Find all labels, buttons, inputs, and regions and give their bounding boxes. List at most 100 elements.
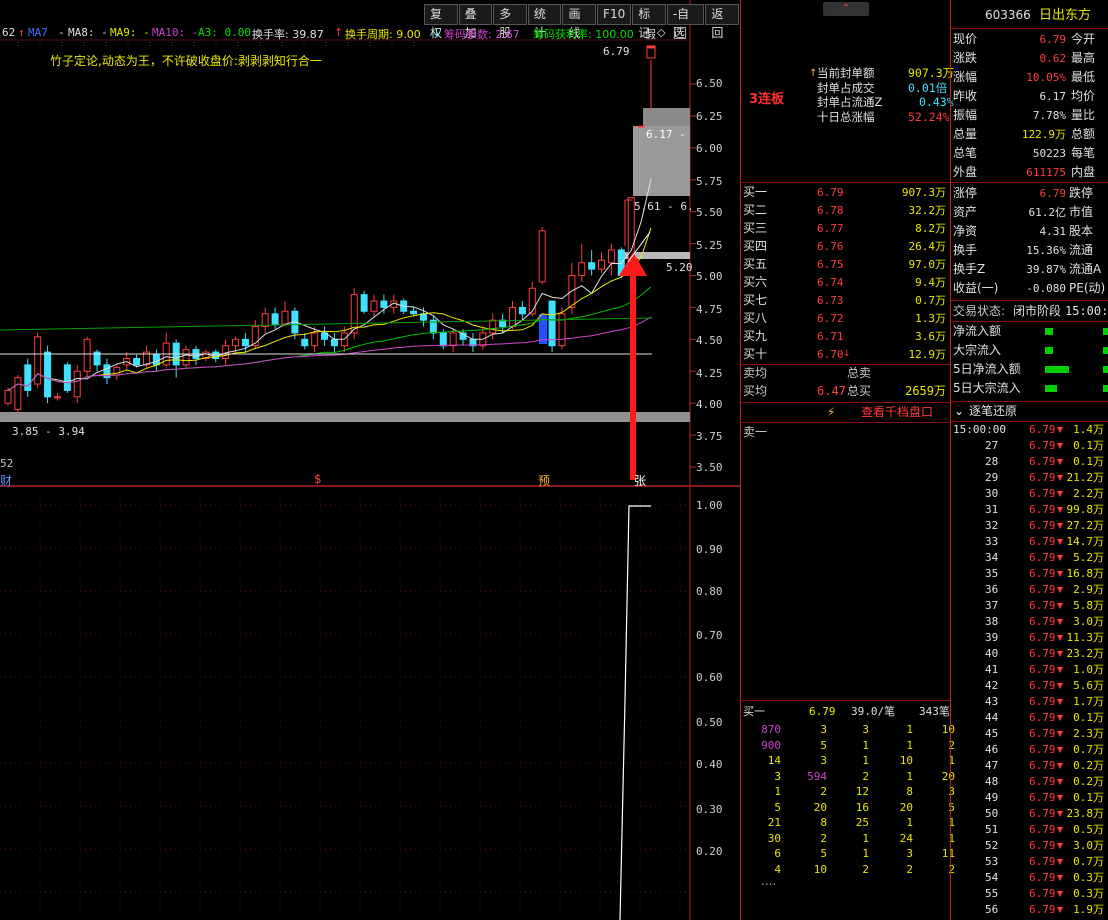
low-price-label: 3.85 - 3.94 (12, 425, 85, 438)
candle-body (44, 351, 52, 398)
toolbar-button-1[interactable]: 叠加 (458, 4, 493, 40)
tick-price: 6.79 (1029, 663, 1056, 676)
toolbar-button-4[interactable]: 画线 (562, 4, 597, 40)
fund-label-2: 市值 (1069, 205, 1094, 219)
buy-level-volume[interactable]: 97.0万 (909, 255, 947, 274)
tick-time: 42 (985, 679, 999, 692)
tick-volume: 2.9万 (1073, 583, 1104, 596)
thousand-level-button[interactable]: 查看千档盘口 (861, 403, 933, 422)
toolbar-button-7[interactable]: -自选 (666, 4, 705, 40)
tick-time: 53 (985, 855, 999, 868)
candle-body (83, 338, 91, 372)
tick-time: 52 (985, 839, 999, 852)
toolbar-button-0[interactable]: 复权 (424, 4, 458, 40)
expand-up-icon[interactable]: ⌃ (823, 2, 869, 16)
quote-value: 7.78% (1032, 109, 1066, 122)
forecast-marker[interactable]: 预 (538, 472, 550, 489)
fund-label: 涨停 (953, 186, 978, 200)
quote-label: 振幅 (953, 108, 978, 122)
buy-level-label: 买一 (743, 185, 768, 199)
tick-time: 15:00:00 (953, 423, 1006, 436)
tick-price: 6.79 (1029, 759, 1056, 772)
stock-name: 日出东方 (1039, 8, 1092, 23)
tick-arrow-icon: ▼ (1057, 825, 1064, 834)
buy-avg-value: 6.47 (817, 384, 846, 398)
buy-level-price: 6.72 (817, 312, 844, 325)
candle-body (133, 357, 141, 366)
finance-marker[interactable]: 财 (0, 472, 12, 489)
tick-arrow-icon: ▼ (1057, 585, 1064, 594)
tick-volume: 27.2万 (1066, 519, 1105, 532)
fund-label-2: 跌停 (1069, 186, 1094, 200)
resist-band (643, 108, 690, 126)
tick-volume: 5.2万 (1073, 551, 1104, 564)
seal-label: 封单占流通Z (817, 95, 883, 109)
buy-level-volume[interactable]: 8.2万 (915, 219, 946, 238)
candle-body (598, 259, 606, 270)
sub-indicator-line (619, 505, 651, 920)
tick-arrow-icon: ▼ (1057, 681, 1064, 690)
sub-tick: 0.30 (696, 803, 723, 816)
buy-level-volume[interactable]: 9.4万 (915, 273, 946, 292)
tick-volume: 0.1万 (1073, 791, 1104, 804)
ma10-label: MA10: - (152, 26, 199, 39)
seal-value: 52.24% (908, 109, 950, 124)
candle-body (548, 300, 556, 347)
tick-volume: 0.7万 (1073, 743, 1104, 756)
tick-volume: 21.2万 (1066, 471, 1105, 484)
price-tick: 6.50 (696, 77, 723, 90)
tick-volume: 0.5万 (1073, 823, 1104, 836)
tick-price: 6.79 (1029, 887, 1056, 900)
collapse-icon[interactable]: ‹ (674, 27, 686, 39)
candle-body (241, 338, 249, 347)
tick-arrow-icon: ▼ (1057, 761, 1064, 770)
seal-value: 0.43% (919, 95, 954, 109)
queue-cell: 10 (813, 862, 827, 876)
toolbar-button-5[interactable]: F10 (597, 4, 632, 25)
price-tick: 5.00 (696, 270, 723, 283)
flow-bar-right (1103, 385, 1108, 392)
toolbar-button-3[interactable]: 统计 (527, 4, 562, 40)
toolbar-button-8[interactable]: 返回 (705, 4, 739, 40)
toolbar-button-2[interactable]: 多股 (493, 4, 527, 40)
candle-body (489, 319, 497, 334)
buy-level-price: 6.77 (817, 222, 844, 235)
candle-body (232, 338, 240, 347)
candle-body (370, 300, 378, 312)
buy-level-volume[interactable]: 907.3万 (902, 183, 946, 202)
fund-value: -0.080 (1026, 282, 1066, 295)
price-tick: 3.50 (696, 461, 723, 474)
flow-bar-right (1103, 366, 1108, 373)
fund-value: 39.87% (1026, 263, 1066, 276)
dollar-marker[interactable]: $ (314, 472, 322, 486)
toolbar-button-6[interactable]: 标记 (632, 4, 666, 40)
candle-body (578, 262, 586, 277)
fund-label: 换手 (953, 243, 978, 257)
kline-chart-area[interactable]: 复权 叠加 多股 统计 画线 F10 标记 -自选 返回 62 ↑ MA7 - MA8: - M… (0, 0, 740, 920)
chevron-down-icon[interactable]: ⌄ (954, 402, 964, 421)
fund-label: 收益(一) (953, 281, 999, 295)
tick-price: 6.79 (1029, 535, 1056, 548)
tick-time: 32 (985, 519, 999, 532)
quote-label-2: 量比 (1071, 108, 1096, 122)
turnover-cycle-label: 换手周期: 9.00 (345, 28, 421, 41)
down-arrow-icon: ↓ (843, 349, 851, 359)
buy-level-volume[interactable]: 0.7万 (915, 291, 946, 310)
buy-level-volume[interactable]: 1.3万 (915, 309, 946, 328)
quote-value: 10.05% (1026, 71, 1066, 84)
fund-value: 15.36% (1026, 244, 1066, 257)
tick-arrow-icon: ▼ (1057, 601, 1064, 610)
diamond-icon[interactable]: ◇ (657, 26, 665, 39)
buy-level-label: 买二 (743, 203, 768, 217)
tick-price: 6.79 (1029, 599, 1056, 612)
limit-up-marker[interactable]: 张 (634, 472, 646, 489)
quote-label: 涨跌 (953, 51, 978, 65)
buy-level-volume[interactable]: 32.2万 (909, 201, 947, 220)
buy-level-volume[interactable]: 12.9万 (909, 345, 947, 364)
buy-level-volume[interactable]: 3.6万 (915, 327, 946, 346)
arrow-up-icon: ↑ (334, 26, 344, 39)
buy-level-volume[interactable]: 26.4万 (909, 237, 947, 256)
fund-label: 资产 (953, 205, 978, 219)
candle-body (53, 396, 61, 399)
a3-label: A3: 0.00 (198, 26, 251, 39)
